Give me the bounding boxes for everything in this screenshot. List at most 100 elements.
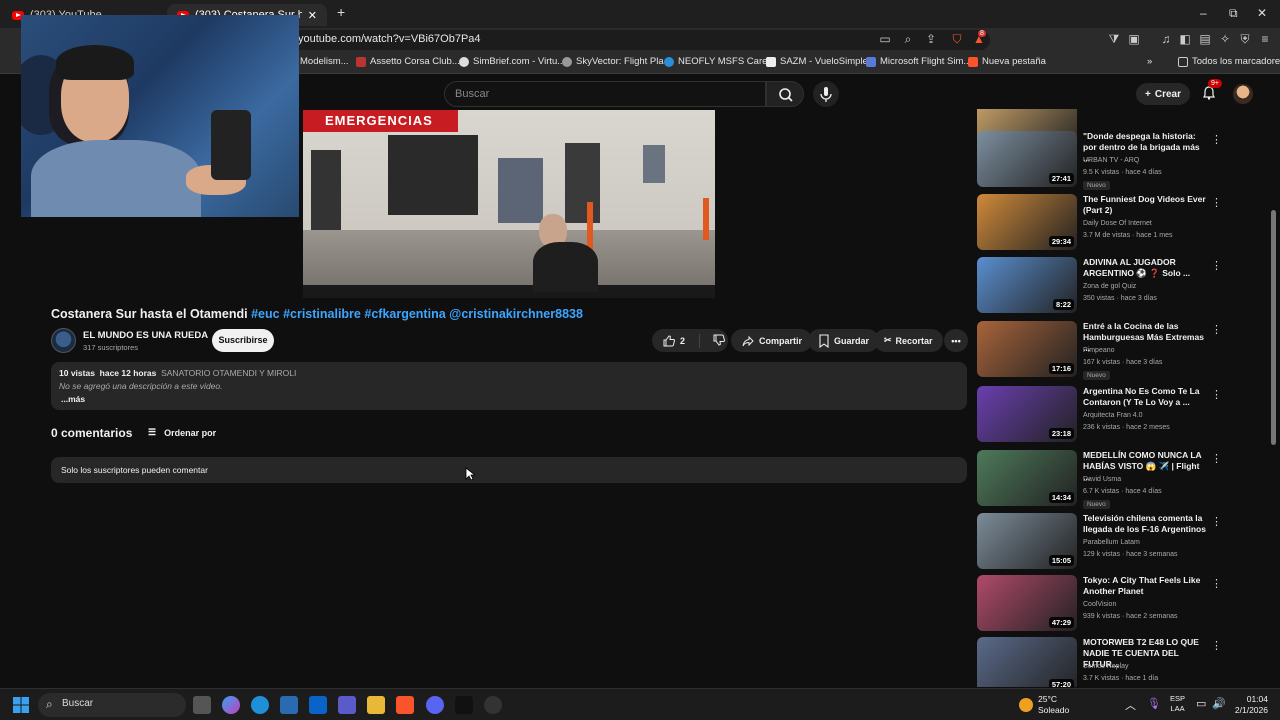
video-thumbnail[interactable]: 47:29 bbox=[977, 575, 1077, 631]
mic-tray-icon[interactable]: 🎙 bbox=[1147, 697, 1161, 710]
system-clock[interactable]: 01:04 2/1/2026 bbox=[1232, 694, 1268, 716]
recommended-video-title[interactable]: Tokyo: A City That Feels Like Another Pl… bbox=[1083, 575, 1208, 597]
store-icon[interactable] bbox=[280, 696, 298, 714]
file-explorer-icon[interactable] bbox=[367, 696, 385, 714]
description-box[interactable]: 10 vistas hace 12 horas SANATORIO OTAMEN… bbox=[51, 362, 967, 410]
location-tag[interactable]: SANATORIO OTAMENDI Y MIROLI bbox=[161, 368, 296, 378]
bookmark-item[interactable]: Microsoft Flight Sim... bbox=[866, 56, 971, 67]
save-button[interactable]: Guardar bbox=[808, 329, 880, 352]
hashtag-link[interactable]: #cfkargentina bbox=[364, 307, 445, 321]
discord-icon[interactable] bbox=[426, 696, 444, 714]
sun-weather-icon[interactable] bbox=[1019, 698, 1033, 712]
bookmark-item[interactable]: Nueva pestaña bbox=[968, 56, 1046, 67]
minimize-icon[interactable]: – bbox=[1200, 6, 1207, 20]
recommended-video[interactable]: 29:34 The Funniest Dog Videos Ever (Part … bbox=[977, 194, 1227, 252]
channel-avatar[interactable] bbox=[51, 328, 76, 353]
music-icon[interactable]: ♫ bbox=[1159, 32, 1173, 46]
close-window-icon[interactable]: ✕ bbox=[1257, 6, 1267, 20]
recommended-channel-name[interactable]: URBAN TV - ARQ bbox=[1083, 157, 1139, 164]
bookmark-item[interactable]: SimBrief.com - Virtu... bbox=[459, 56, 565, 67]
new-tab-icon[interactable]: + bbox=[337, 4, 345, 20]
outlook-icon[interactable] bbox=[309, 696, 327, 714]
cast-icon[interactable]: ▭ bbox=[878, 32, 892, 46]
vpn-icon[interactable]: ⛨ bbox=[1238, 32, 1252, 46]
search-input[interactable]: Buscar bbox=[444, 81, 766, 107]
more-options-icon[interactable]: ⋮ bbox=[1211, 515, 1222, 528]
obs-icon[interactable] bbox=[484, 696, 502, 714]
recommended-channel-name[interactable]: David Usma bbox=[1083, 476, 1121, 483]
recommended-video-title[interactable]: ADIVINA AL JUGADOR ARGENTINO ⚽ ❓ Solo ..… bbox=[1083, 257, 1208, 279]
zoom-icon[interactable]: ⌕ bbox=[901, 32, 915, 46]
recommended-channel-name[interactable]: Parabellum Latam bbox=[1083, 539, 1140, 546]
network-icon[interactable]: ▭ bbox=[1196, 697, 1206, 710]
like-button[interactable]: 2 bbox=[652, 333, 700, 348]
recommended-video[interactable]: 47:29 Tokyo: A City That Feels Like Anoth… bbox=[977, 575, 1227, 633]
menu-icon[interactable]: ≡ bbox=[1258, 32, 1272, 46]
search-button[interactable] bbox=[766, 81, 804, 107]
video-thumbnail[interactable]: 57:20 bbox=[977, 637, 1077, 687]
tiktok-icon[interactable] bbox=[455, 696, 473, 714]
video-thumbnail[interactable]: 23:18 bbox=[977, 386, 1077, 442]
brave-shield-icon[interactable]: ⛉ bbox=[950, 32, 964, 46]
recommended-channel-name[interactable]: Pimpeano bbox=[1083, 347, 1115, 354]
more-options-icon[interactable]: ⋮ bbox=[1211, 196, 1222, 209]
video-thumbnail[interactable]: 17:16 bbox=[977, 321, 1077, 377]
hashtag-link[interactable]: #cristinalibre bbox=[283, 307, 361, 321]
more-options-icon[interactable]: ⋮ bbox=[1211, 133, 1222, 146]
teams-icon[interactable] bbox=[338, 696, 356, 714]
create-button[interactable]: + Crear bbox=[1136, 83, 1190, 105]
language-indicator[interactable]: ESP LAA bbox=[1170, 694, 1185, 714]
clip-button[interactable]: ✂ Recortar bbox=[874, 329, 943, 352]
video-thumbnail[interactable]: 29:34 bbox=[977, 194, 1077, 250]
more-bookmarks-icon[interactable]: » bbox=[1147, 56, 1152, 67]
all-bookmarks[interactable]: Todos los marcadores bbox=[1178, 56, 1280, 67]
windows-start-icon[interactable] bbox=[13, 697, 29, 713]
screenshot-icon[interactable]: ▣ bbox=[1127, 32, 1141, 46]
recommended-video[interactable]: 23:18 Argentina No Es Como Te La Contaron… bbox=[977, 386, 1227, 444]
bookmark-item[interactable]: Modelism... bbox=[300, 56, 349, 67]
recommended-video-title[interactable]: The Funniest Dog Videos Ever (Part 2) bbox=[1083, 194, 1208, 216]
voice-search-button[interactable] bbox=[813, 81, 839, 107]
recommended-video[interactable]: 17:16 Entré a la Cocina de las Hamburgues… bbox=[977, 321, 1227, 380]
taskbar-search-input[interactable]: ⌕ Buscar bbox=[38, 693, 186, 717]
video-player[interactable]: EMERGENCIAS bbox=[303, 110, 715, 298]
chevron-up-icon[interactable]: ︿ bbox=[1125, 697, 1136, 713]
bookmark-item[interactable]: NEOFLY MSFS Care... bbox=[664, 56, 775, 67]
bookmark-item[interactable]: Assetto Corsa Club... bbox=[356, 56, 460, 67]
task-view-icon[interactable] bbox=[193, 696, 211, 714]
recommended-video[interactable]: 14:34 MEDELLÍN COMO NUNCA LA HABÍAS VISTO… bbox=[977, 450, 1227, 509]
more-options-icon[interactable]: ⋮ bbox=[1211, 452, 1222, 465]
more-options-icon[interactable]: ⋮ bbox=[1211, 323, 1222, 336]
share-button[interactable]: Compartir bbox=[731, 329, 813, 352]
recommended-video[interactable]: 15:05 Televisión chilena comenta la llega… bbox=[977, 513, 1227, 571]
recommended-video-title[interactable]: Argentina No Es Como Te La Contaron (Y T… bbox=[1083, 386, 1208, 408]
recommended-video-title[interactable]: Televisión chilena comenta la llegada de… bbox=[1083, 513, 1208, 535]
video-thumbnail[interactable]: 14:34 bbox=[977, 450, 1077, 506]
sort-comments-button[interactable]: ☰ Ordenar por bbox=[148, 427, 216, 438]
recommended-video[interactable]: 57:20 MOTORWEB T2 E48 LO QUE NADIE TE CUE… bbox=[977, 637, 1227, 687]
more-options-icon[interactable]: ⋮ bbox=[1211, 577, 1222, 590]
show-more-link[interactable]: ...más bbox=[59, 394, 959, 404]
recommended-channel-name[interactable]: CoolVision bbox=[1083, 601, 1116, 608]
channel-name[interactable]: EL MUNDO ES UNA RUEDA bbox=[83, 330, 208, 341]
sidebar-toggle-icon[interactable]: ◧ bbox=[1178, 32, 1192, 46]
video-thumbnail[interactable]: 15:05 bbox=[977, 513, 1077, 569]
more-options-icon[interactable]: ⋮ bbox=[1211, 259, 1222, 272]
bookmark-item[interactable]: SkyVector: Flight Pla... bbox=[562, 56, 672, 67]
edge-icon[interactable] bbox=[251, 696, 269, 714]
wallet-icon[interactable]: ▤ bbox=[1198, 32, 1212, 46]
subscribe-button[interactable]: Suscribirse bbox=[212, 329, 274, 352]
share-icon[interactable]: ⇪ bbox=[924, 32, 938, 46]
video-thumbnail[interactable]: 8:22 bbox=[977, 257, 1077, 313]
restore-icon[interactable]: ⧉ bbox=[1229, 6, 1238, 21]
close-tab-icon[interactable]: ✕ bbox=[308, 9, 317, 22]
more-actions-button[interactable]: ••• bbox=[944, 329, 968, 352]
mention-link[interactable]: @cristinakirchner8838 bbox=[449, 307, 583, 321]
recommended-video[interactable]: 27:41 "Donde despega la historia: por den… bbox=[977, 131, 1227, 190]
page-scrollbar[interactable] bbox=[1271, 210, 1276, 445]
recommended-video[interactable]: 8:22 ADIVINA AL JUGADOR ARGENTINO ⚽ ❓ Sol… bbox=[977, 257, 1227, 315]
hashtag-link[interactable]: #euc bbox=[251, 307, 280, 321]
more-options-icon[interactable]: ⋮ bbox=[1211, 639, 1222, 652]
more-options-icon[interactable]: ⋮ bbox=[1211, 388, 1222, 401]
leo-ai-icon[interactable]: ✧ bbox=[1218, 32, 1232, 46]
